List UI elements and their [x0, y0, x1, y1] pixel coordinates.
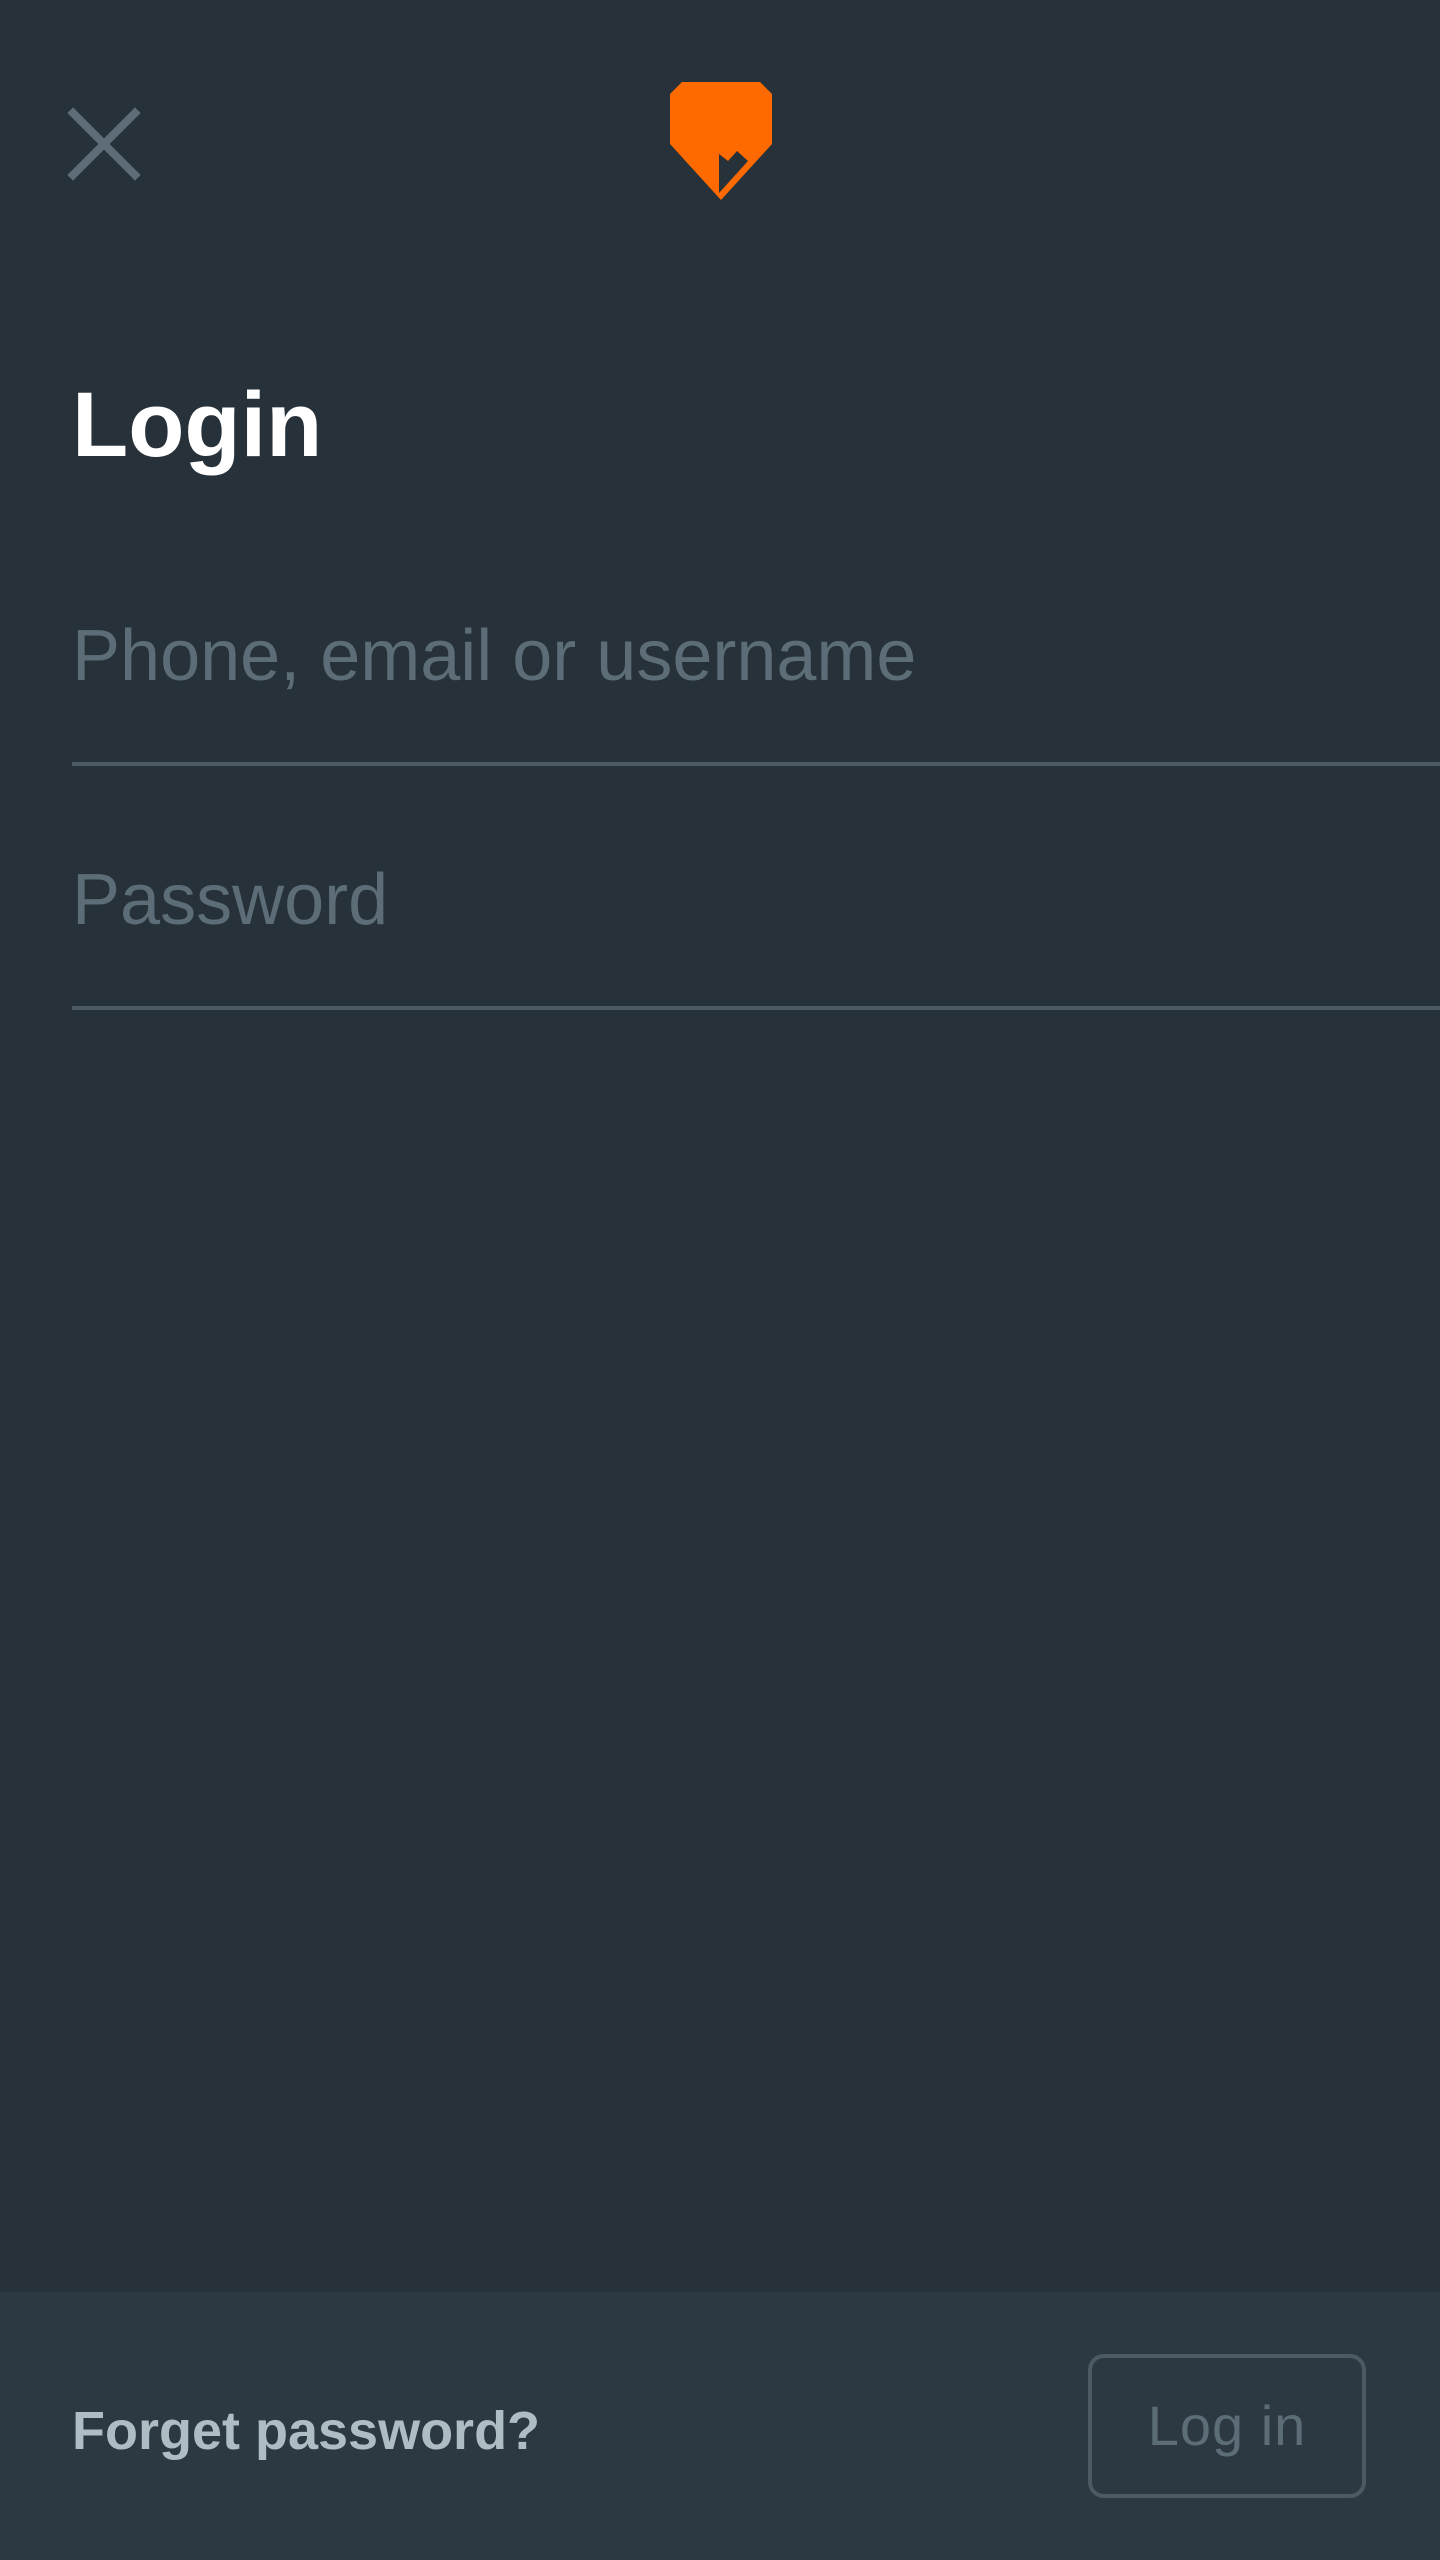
forgot-password-link[interactable]: Forget password? [72, 2396, 540, 2466]
phone-email-username-input[interactable] [72, 570, 1440, 742]
password-field-container [72, 814, 1440, 986]
footer: Forget password? Log in [0, 2292, 1440, 2560]
close-button[interactable] [56, 96, 152, 192]
close-icon [67, 107, 141, 181]
identifier-field-underline [72, 762, 1440, 766]
login-button[interactable]: Log in [1088, 2354, 1366, 2498]
identifier-field-container [72, 570, 1440, 742]
login-screen: Login Forget password? Log in [0, 0, 1440, 2560]
top-bar [0, 0, 1440, 290]
orange-shield-logo-icon [670, 82, 772, 200]
page-title: Login [72, 374, 323, 476]
password-input[interactable] [72, 814, 1440, 986]
password-field-underline [72, 1006, 1440, 1010]
